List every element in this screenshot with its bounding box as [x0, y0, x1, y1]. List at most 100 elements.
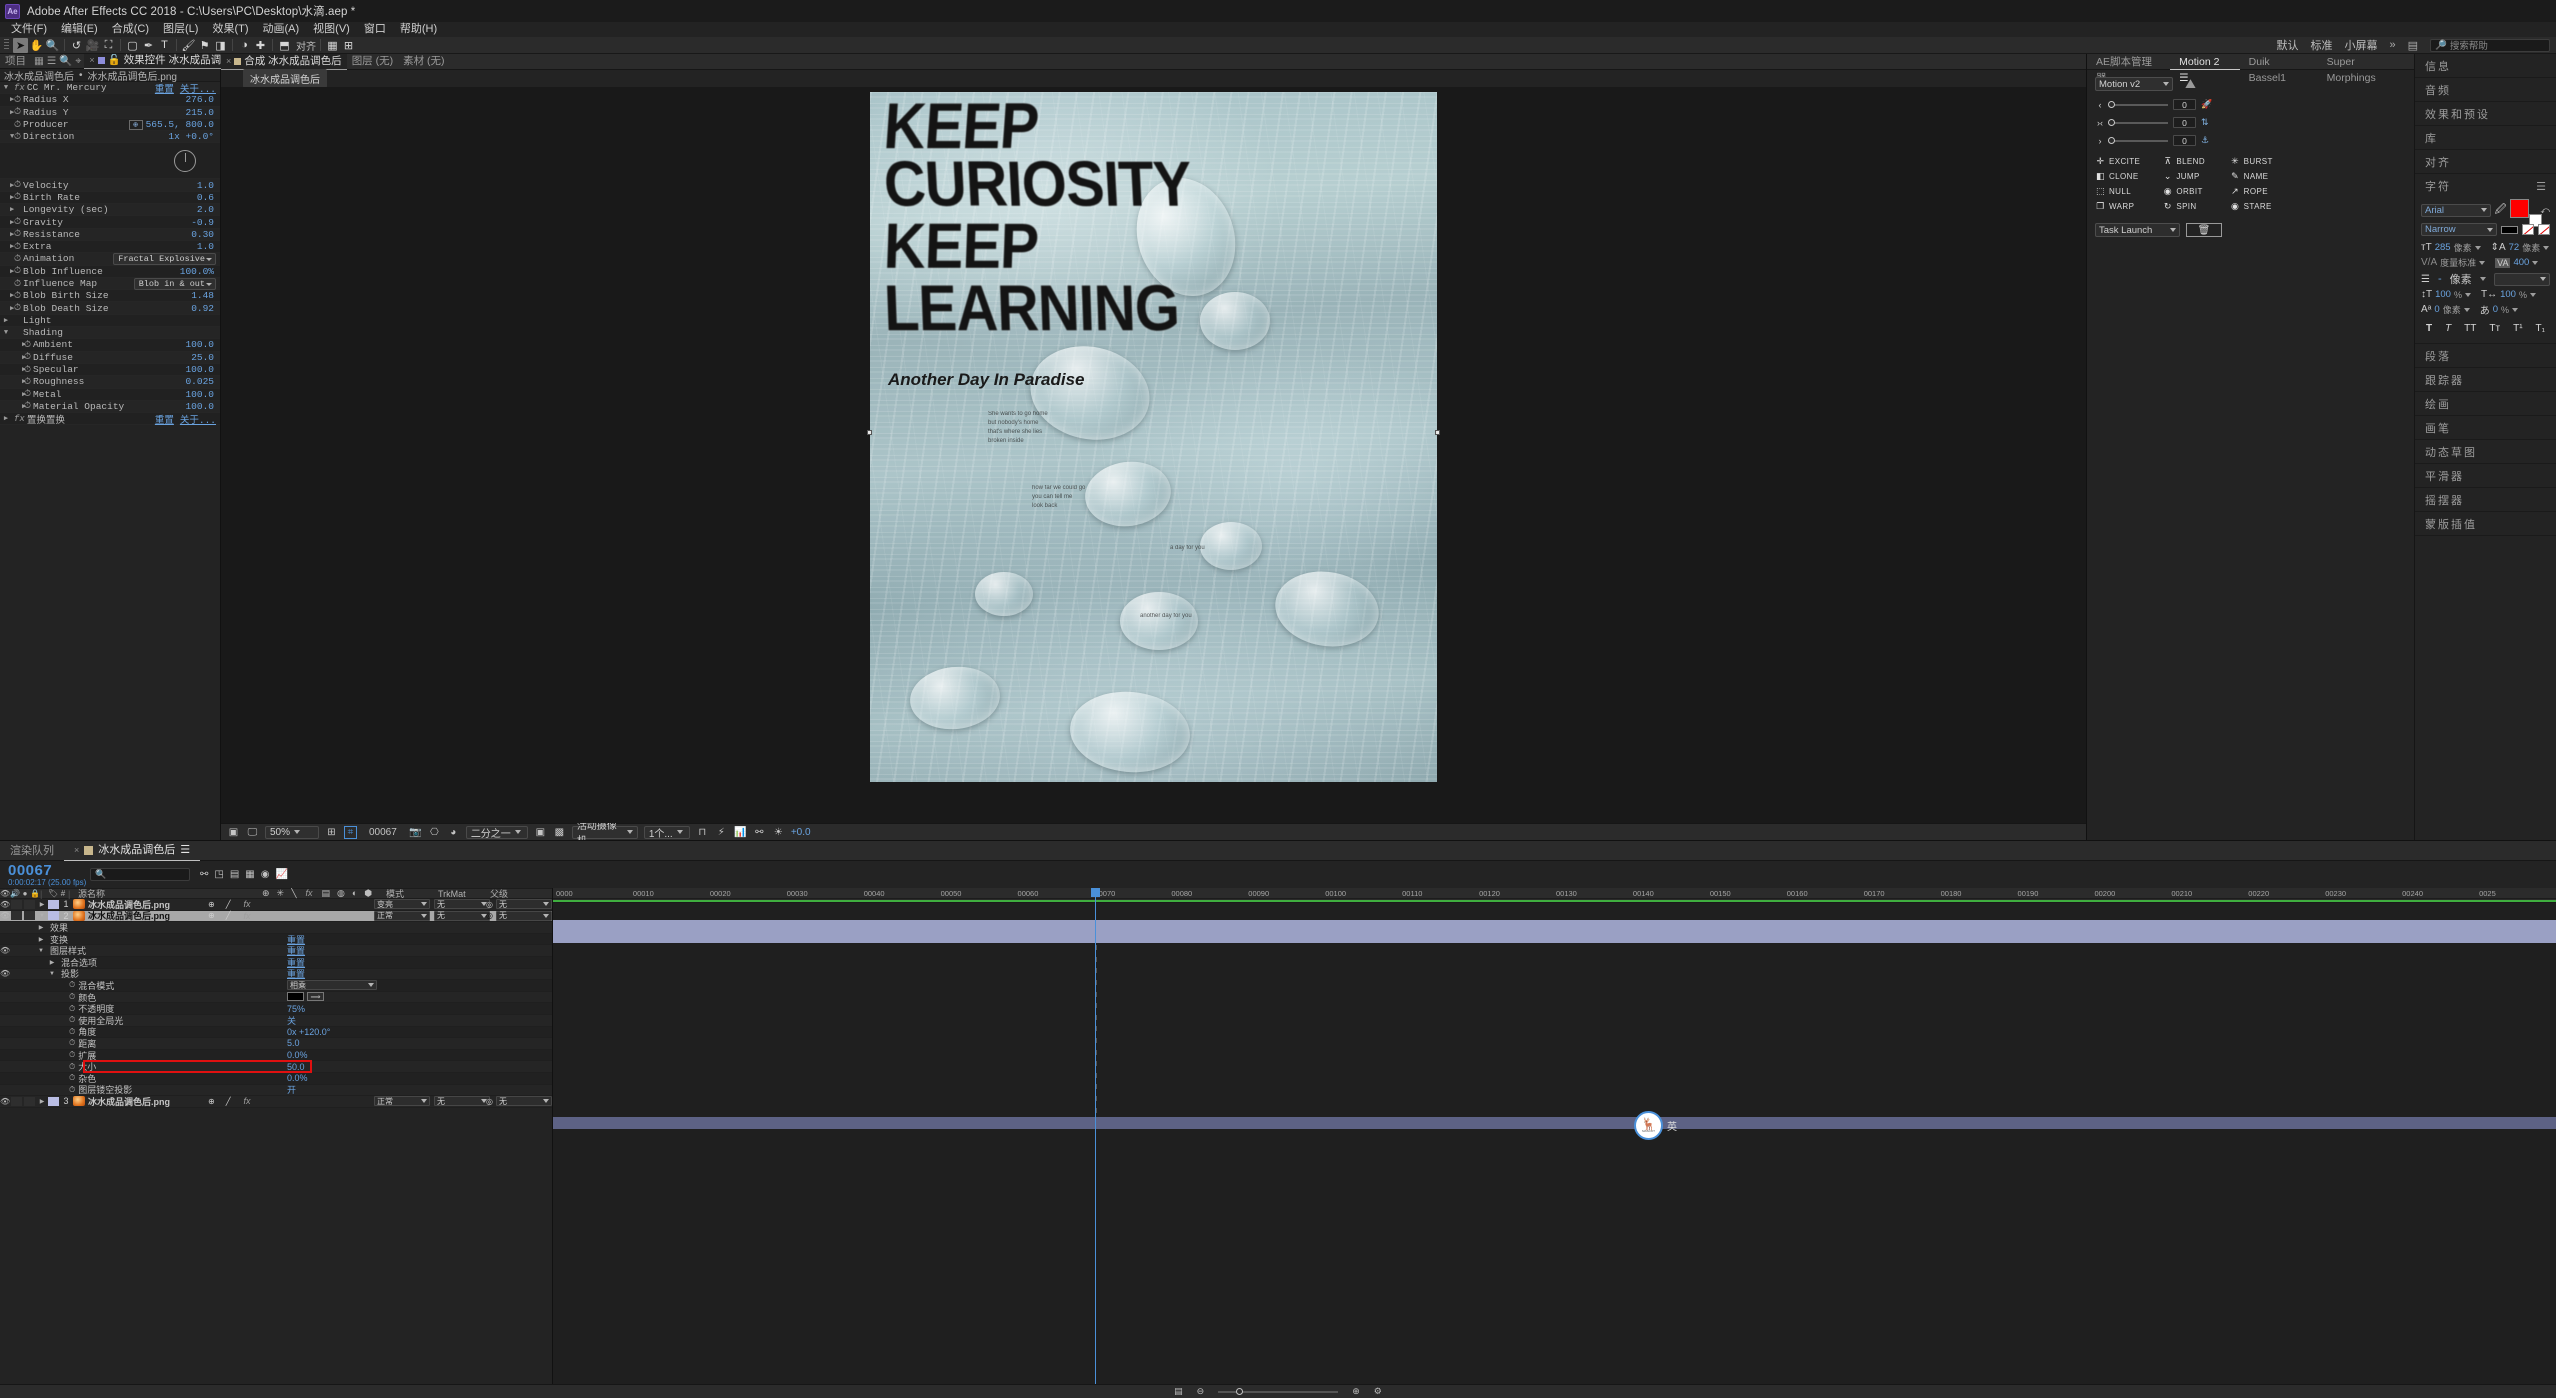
table-row[interactable]: 👁 ▶ 1 冰水成品调色后.png ⊕ ╱ fx 变亮 无 ◎ 无 — [0, 899, 552, 911]
kerning-field[interactable]: V/A 度量标准 — [2421, 256, 2486, 269]
layer-trkmat-select[interactable]: 无 — [434, 899, 490, 910]
pixel-aspect-icon[interactable]: ⊓ — [696, 826, 709, 839]
layer-mode-select[interactable]: 正常 — [374, 910, 430, 921]
frame-blending-icon[interactable]: ▦ — [245, 869, 254, 880]
zoom-in-icon[interactable]: ⊕ — [1352, 1386, 1360, 1397]
always-preview-icon[interactable]: ▣ — [227, 826, 240, 839]
rotation-tool-icon[interactable]: ↺ — [69, 38, 84, 53]
char-style-2[interactable]: TT — [2464, 323, 2476, 334]
param-select-13[interactable]: Blob in & out — [133, 278, 216, 290]
effects-icon[interactable]: fx — [242, 911, 253, 921]
expand-icon[interactable]: ▶ — [0, 390, 26, 399]
layer-mode-select[interactable]: 变亮 — [374, 899, 430, 910]
expand-icon[interactable]: ▶ — [0, 205, 14, 214]
cti-head[interactable] — [1091, 888, 1101, 897]
param-row-2[interactable]: ⏱ Producer ⊕ 565.5, 800.0 — [0, 118, 220, 132]
expand-icon[interactable]: ▼ — [0, 133, 14, 141]
expand-icon[interactable]: ▶ — [0, 365, 26, 374]
prop-value-14[interactable]: 开 — [287, 1085, 296, 1095]
property-expand-icon[interactable]: ▶ — [46, 959, 58, 966]
expand-icon[interactable]: ▶ — [0, 353, 26, 362]
prop-value-13[interactable]: 0.0% — [287, 1073, 308, 1083]
track-bar-11[interactable] — [553, 1048, 2556, 1060]
quality-icon[interactable]: ╱ — [226, 1097, 231, 1106]
slider-value-1[interactable]: 0 — [2173, 117, 2196, 128]
font-size-field[interactable]: ᴛT 285 像素 — [2421, 241, 2481, 254]
parent-pickwhip-icon[interactable]: ◎ — [486, 1097, 493, 1106]
param-value-19[interactable]: 25.0 — [191, 352, 220, 363]
layer-parent-select[interactable]: 无 — [495, 910, 552, 921]
layer-solo-toggle[interactable] — [24, 1096, 35, 1106]
param-value-7[interactable]: 2.0 — [197, 204, 220, 215]
menu-item-2[interactable]: 合成(C) — [105, 22, 156, 37]
param-value-14[interactable]: 1.48 — [191, 290, 220, 301]
close-icon[interactable]: × — [74, 840, 79, 860]
filter-icon[interactable]: ⌖ — [75, 54, 81, 69]
timeline-tab-0[interactable]: 渲染队列 — [0, 841, 64, 861]
property-row-14[interactable]: ⏱ 图层镂空投影 开 — [0, 1084, 552, 1097]
channel-icon[interactable]: ◕ — [447, 826, 460, 839]
stopwatch-icon[interactable]: ⏱ — [12, 254, 23, 264]
prop-value-12[interactable]: 50.0 — [287, 1062, 305, 1072]
stopwatch-icon[interactable]: ⏱ — [22, 377, 33, 387]
layer-expand-icon[interactable]: ▼ — [36, 913, 48, 919]
layer-label-color[interactable] — [48, 1096, 59, 1106]
font-style-select[interactable]: Narrow — [2421, 223, 2497, 236]
param-value-22[interactable]: 100.0 — [185, 389, 220, 400]
viewer-canvas-area[interactable]: KEEP CURIOSITY KEEP LEARNING Another Day… — [221, 87, 2086, 823]
effect-header-row[interactable]: ▼ fx CC Mr. Mercury 重置 关于... — [0, 82, 220, 95]
selection-tool-icon[interactable]: ➤ — [13, 37, 28, 53]
effect-about-link[interactable]: 关于... — [180, 82, 220, 95]
param-value-18[interactable]: 100.0 — [185, 339, 220, 350]
timeline-tab-1[interactable]: × 冰水成品调色后 ☰ — [64, 840, 201, 861]
clone-stamp-tool-icon[interactable]: ⚑ — [197, 38, 212, 53]
no-fill-swatch[interactable] — [2522, 224, 2534, 235]
expand-icon[interactable]: ▶ — [0, 304, 14, 313]
param-value-12[interactable]: 100.0% — [180, 266, 220, 277]
close-icon[interactable]: × — [89, 53, 94, 68]
list-view-icon[interactable]: ☰ — [47, 54, 56, 69]
prop-select-5[interactable]: 相乘 — [287, 980, 377, 991]
side-panel-more-6[interactable]: 摇摆器 — [2415, 488, 2556, 512]
motion-button-excite[interactable]: ✛ EXCITE — [2095, 154, 2160, 168]
track-bar-3[interactable] — [553, 955, 2556, 967]
motion-button-burst[interactable]: ✳ BURST — [2230, 154, 2295, 168]
stopwatch-icon[interactable]: ⏱ — [12, 242, 23, 252]
menu-item-3[interactable]: 图层(L) — [156, 22, 205, 37]
time-ruler[interactable]: 0000 00010 00020 00030 00040 00050 00060 00070 0… — [553, 888, 2556, 899]
stopwatch-icon[interactable]: ⏱ — [12, 217, 23, 227]
expand-icon[interactable]: ▶ — [0, 218, 14, 227]
horizontal-scale-field[interactable]: T↔ 100 % — [2481, 289, 2536, 300]
expand-icon[interactable]: ▼ — [0, 329, 12, 337]
region-of-interest-icon[interactable]: ⌗ — [344, 825, 357, 839]
param-value-8[interactable]: -0.9 — [191, 217, 220, 228]
expand-icon[interactable]: ▶ — [0, 414, 12, 423]
stopwatch-icon[interactable]: ⏱ — [12, 291, 23, 301]
stopwatch-icon[interactable]: ⏱ — [12, 266, 23, 276]
property-visibility-icon[interactable]: 👁 — [0, 946, 10, 955]
track-bar-15[interactable] — [553, 1094, 2556, 1106]
viewer-tab-1[interactable]: 图层 (无) — [347, 54, 398, 70]
layer-parent-select[interactable]: 无 — [495, 1096, 552, 1107]
flowchart-icon[interactable]: ⚯ — [753, 826, 766, 839]
expand-icon[interactable]: ▶ — [0, 291, 14, 300]
no-stroke-swatch[interactable] — [2538, 224, 2550, 235]
motion-button-rope[interactable]: ↗ ROPE — [2230, 184, 2295, 198]
slider-knob-0[interactable] — [2108, 100, 2115, 108]
param-value-3[interactable]: 1x +0.0° — [168, 131, 220, 142]
script-tab-3[interactable]: Super Morphings — [2318, 54, 2414, 84]
param-row-22[interactable]: ▶ ⏱ Metal 100.0 — [0, 388, 220, 401]
mountains-icon[interactable]: ⛰ — [2185, 76, 2196, 92]
property-expand-icon[interactable]: ▶ — [35, 936, 47, 943]
color-eyedropper-icon[interactable]: ⟹ — [307, 991, 324, 1001]
active-comp-chip[interactable]: 冰水成品调色后 — [243, 69, 327, 88]
parent-pickwhip-icon[interactable]: ◎ — [486, 900, 493, 909]
layer-audio-toggle[interactable] — [11, 1096, 22, 1106]
param-row-0[interactable]: ▶ ⏱ Radius X 276.0 — [0, 94, 220, 107]
track-bar-10[interactable] — [553, 1036, 2556, 1048]
motion-button-null[interactable]: ⬚ NULL — [2095, 184, 2160, 198]
effect-reset-link[interactable]: 重置 — [155, 82, 180, 95]
resolution-select[interactable]: 二分之一 — [465, 825, 528, 840]
graph-editor-icon[interactable]: 📈 — [275, 869, 287, 880]
hand-tool-icon[interactable]: ✋ — [29, 38, 44, 53]
